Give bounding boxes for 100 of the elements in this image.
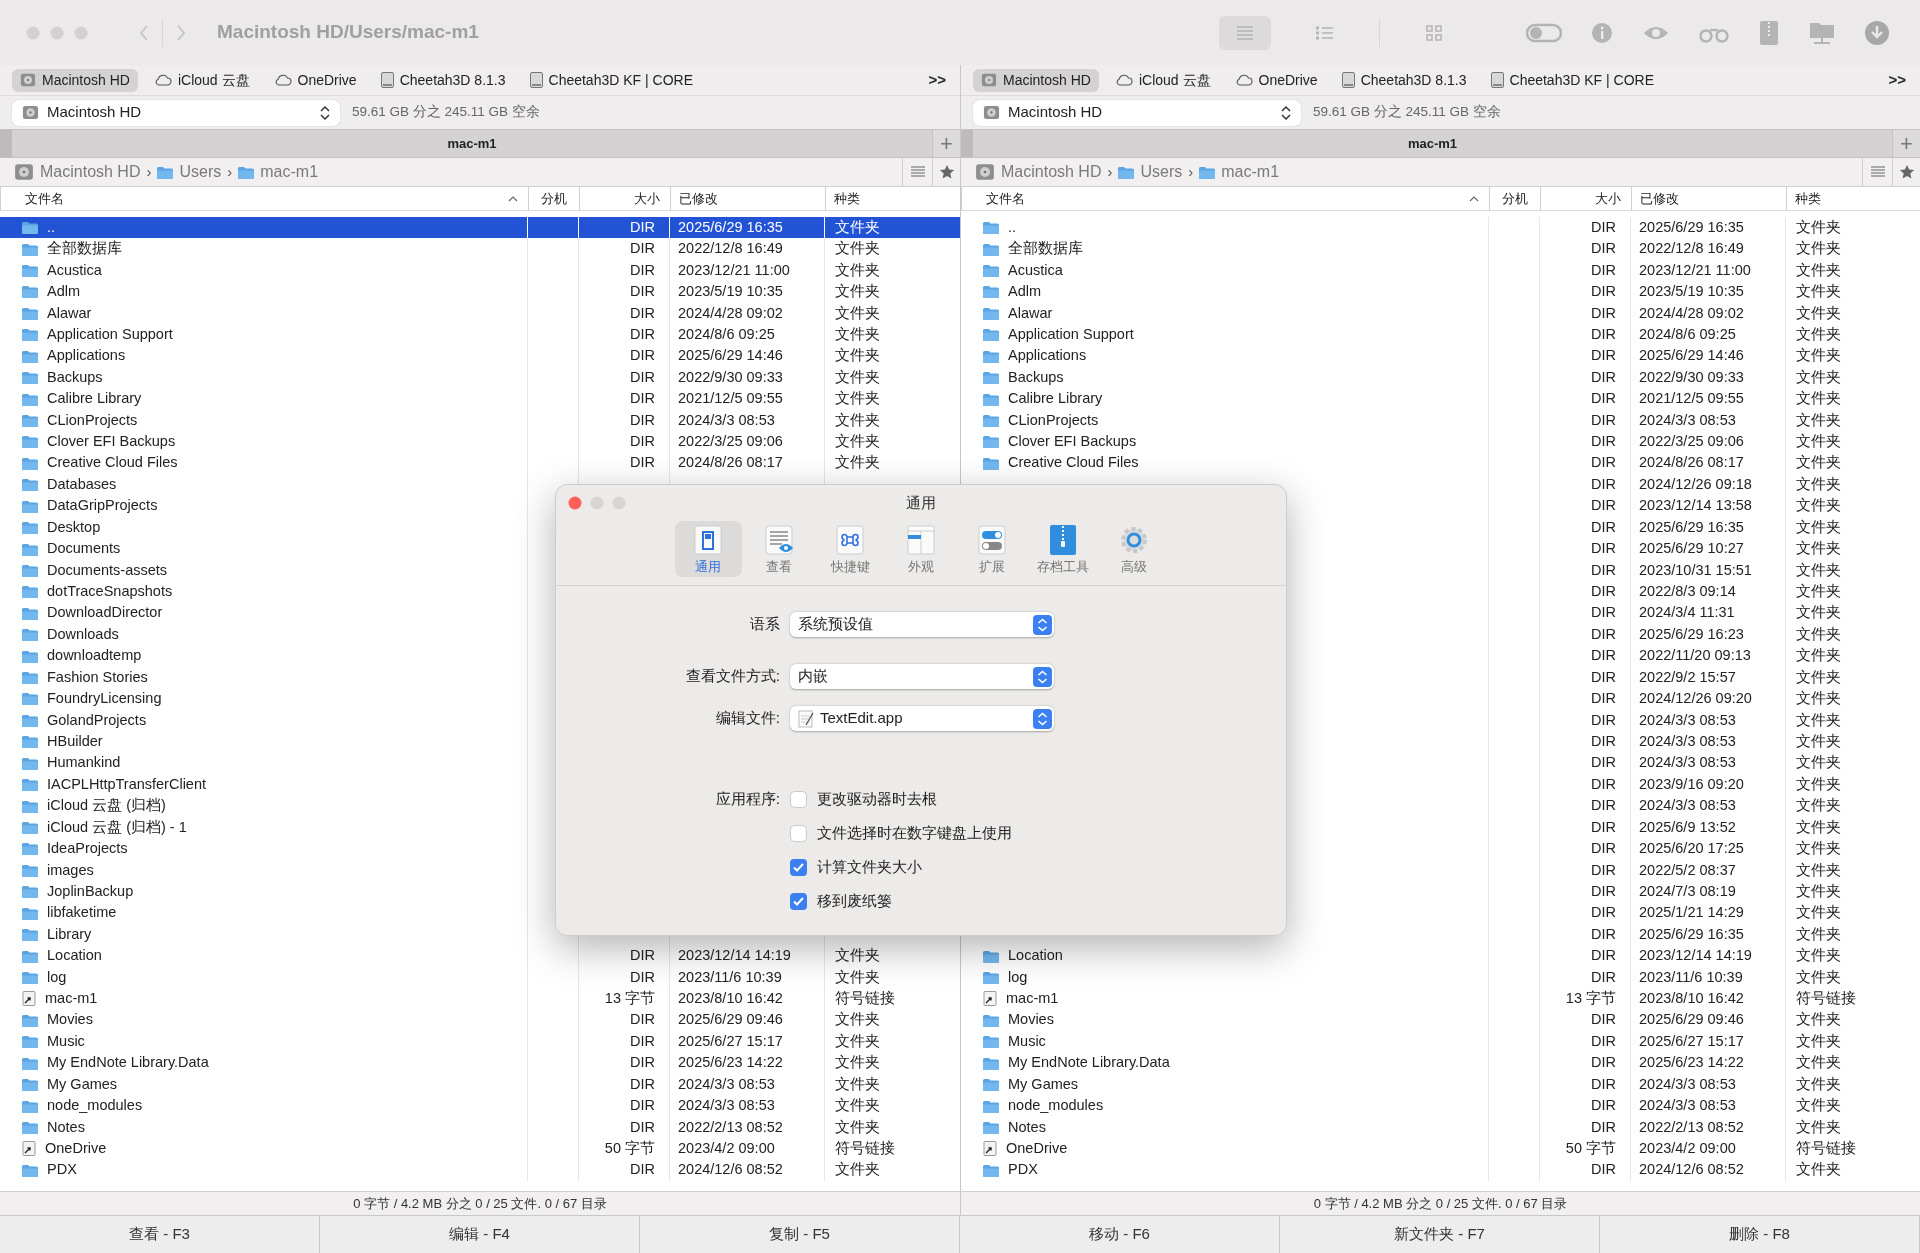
file-name[interactable]: node_modules: [1008, 1095, 1104, 1117]
file-name[interactable]: mac-m1: [1006, 988, 1059, 1010]
file-name[interactable]: Documents: [47, 538, 121, 560]
file-name[interactable]: Notes: [47, 1116, 85, 1139]
download-icon[interactable]: [1864, 19, 1890, 46]
file-name[interactable]: My Games: [47, 1073, 118, 1096]
file-name[interactable]: Application Support: [47, 323, 173, 346]
favorite-item[interactable]: Cheetah3D KF | CORE: [521, 68, 701, 92]
option-checkbox[interactable]: 计算文件夹大小: [790, 857, 1012, 877]
file-name[interactable]: Clover EFI Backups: [1008, 431, 1137, 453]
file-name[interactable]: Databases: [47, 473, 117, 496]
popup-select[interactable]: TextEdit.app: [790, 706, 1054, 731]
column-header[interactable]: 已修改: [1631, 187, 1786, 210]
file-name[interactable]: Downloads: [47, 623, 119, 646]
file-name[interactable]: Adlm: [47, 281, 81, 303]
favorite-item[interactable]: Macintosh HD: [12, 68, 138, 92]
preferences-tab[interactable]: 通用: [674, 520, 742, 577]
file-name[interactable]: Creative Cloud Files: [1008, 452, 1139, 475]
file-name[interactable]: OneDrive: [1006, 1138, 1068, 1160]
file-name[interactable]: CLionProjects: [1008, 409, 1099, 432]
file-name[interactable]: iCloud 云盘 (归档) - 1: [47, 816, 187, 839]
file-name[interactable]: ..: [1008, 216, 1017, 239]
drive-select[interactable]: Macintosh HD: [973, 99, 1301, 126]
file-name[interactable]: My EndNote Library.Data: [47, 1052, 209, 1075]
drive-select[interactable]: Macintosh HD: [12, 99, 340, 126]
file-name[interactable]: Applications: [47, 345, 126, 368]
file-name[interactable]: Acustica: [1008, 259, 1063, 282]
breadcrumb-item[interactable]: Macintosh HD: [975, 160, 1102, 184]
view-mode-button[interactable]: [1219, 15, 1271, 50]
preferences-tab[interactable]: 外观: [887, 520, 955, 577]
popup-select[interactable]: 内嵌: [790, 664, 1054, 689]
popup-select[interactable]: 系统预设值: [790, 612, 1054, 637]
info-icon[interactable]: [1590, 20, 1614, 45]
file-name[interactable]: Documents-assets: [47, 559, 168, 582]
favorite-item[interactable]: Cheetah3D 8.1.3: [1333, 68, 1475, 92]
column-header[interactable]: 文件名: [961, 187, 1489, 210]
file-name[interactable]: Backups: [47, 366, 103, 389]
option-checkbox[interactable]: 文件选择时在数字键盘上使用: [790, 823, 1012, 843]
file-name[interactable]: GolandProjects: [47, 709, 147, 732]
file-name[interactable]: Notes: [1008, 1116, 1046, 1139]
file-name[interactable]: Applications: [1008, 345, 1087, 368]
file-name[interactable]: JoplinBackup: [47, 880, 134, 903]
column-header[interactable]: 种类: [1786, 187, 1920, 210]
favorite-item[interactable]: OneDrive: [1226, 68, 1326, 92]
column-header[interactable]: 已修改: [670, 187, 825, 210]
selected-row[interactable]: .. DIR 2025/6/29 16:35 文件夹: [0, 217, 960, 239]
favorite-item[interactable]: iCloud 云盘: [1106, 68, 1219, 92]
file-name[interactable]: Alawar: [1008, 302, 1053, 325]
file-name[interactable]: Music: [1008, 1030, 1046, 1053]
more-button[interactable]: >>: [928, 68, 946, 92]
function-key-button[interactable]: 复制 - F5: [640, 1216, 960, 1253]
file-name[interactable]: iCloud 云盘 (归档): [47, 795, 166, 817]
file-name[interactable]: My EndNote Library.Data: [1008, 1052, 1170, 1075]
breadcrumb-item[interactable]: mac-m1: [1199, 160, 1280, 184]
function-key-button[interactable]: 编辑 - F4: [320, 1216, 640, 1253]
function-key-button[interactable]: 删除 - F8: [1600, 1216, 1920, 1253]
file-name[interactable]: OneDrive: [45, 1138, 107, 1160]
file-name[interactable]: Backups: [1008, 366, 1064, 389]
preferences-tab[interactable]: 查看: [745, 520, 813, 577]
more-button[interactable]: >>: [1888, 68, 1906, 92]
file-name[interactable]: My Games: [1008, 1073, 1079, 1096]
file-name[interactable]: ..: [47, 216, 56, 239]
folder-tab[interactable]: mac-m1: [12, 130, 932, 157]
file-name[interactable]: Alawar: [47, 302, 92, 325]
file-name[interactable]: Location: [47, 945, 102, 967]
favorite-item[interactable]: Cheetah3D KF | CORE: [1482, 68, 1662, 92]
file-name[interactable]: Location: [1008, 945, 1063, 967]
file-name[interactable]: Application Support: [1008, 323, 1134, 346]
function-key-button[interactable]: 移动 - F6: [960, 1216, 1280, 1253]
file-name[interactable]: PDX: [1008, 1159, 1038, 1182]
favorite-item[interactable]: Macintosh HD: [973, 68, 1099, 92]
file-name[interactable]: Acustica: [47, 259, 102, 282]
file-name[interactable]: Clover EFI Backups: [47, 431, 176, 453]
toggle-icon[interactable]: [1526, 21, 1562, 44]
breadcrumb-item[interactable]: Macintosh HD: [14, 160, 141, 184]
close-icon[interactable]: [568, 496, 582, 510]
file-name[interactable]: mac-m1: [45, 988, 98, 1010]
file-name[interactable]: Desktop: [47, 516, 101, 539]
preferences-tab[interactable]: 快捷键: [816, 520, 884, 577]
zip-file-icon[interactable]: [1758, 19, 1780, 46]
function-key-button[interactable]: 新文件夹 - F7: [1280, 1216, 1600, 1253]
favorite-item[interactable]: iCloud 云盘: [145, 68, 258, 92]
file-name[interactable]: downloadtemp: [47, 645, 142, 668]
file-name[interactable]: PDX: [47, 1159, 77, 1182]
file-name[interactable]: Calibre Library: [1008, 388, 1103, 410]
file-name[interactable]: Humankind: [47, 752, 121, 775]
file-name[interactable]: Movies: [1008, 1009, 1054, 1032]
breadcrumb-item[interactable]: mac-m1: [238, 160, 319, 184]
preferences-tab[interactable]: 存档工具: [1029, 520, 1097, 577]
file-name[interactable]: Music: [47, 1030, 85, 1053]
column-header[interactable]: 大小: [579, 187, 670, 210]
file-name[interactable]: DownloadDirector: [47, 602, 163, 625]
breadcrumb-item[interactable]: Users: [1118, 160, 1183, 184]
file-name[interactable]: node_modules: [47, 1095, 143, 1117]
preferences-tab[interactable]: 高级: [1100, 520, 1168, 577]
file-name[interactable]: Adlm: [1008, 281, 1042, 303]
file-name[interactable]: IACPLHttpTransferClient: [47, 773, 207, 796]
file-name[interactable]: CLionProjects: [47, 409, 138, 432]
column-header[interactable]: 文件名: [0, 187, 528, 210]
file-name[interactable]: dotTraceSnapshots: [47, 581, 173, 603]
